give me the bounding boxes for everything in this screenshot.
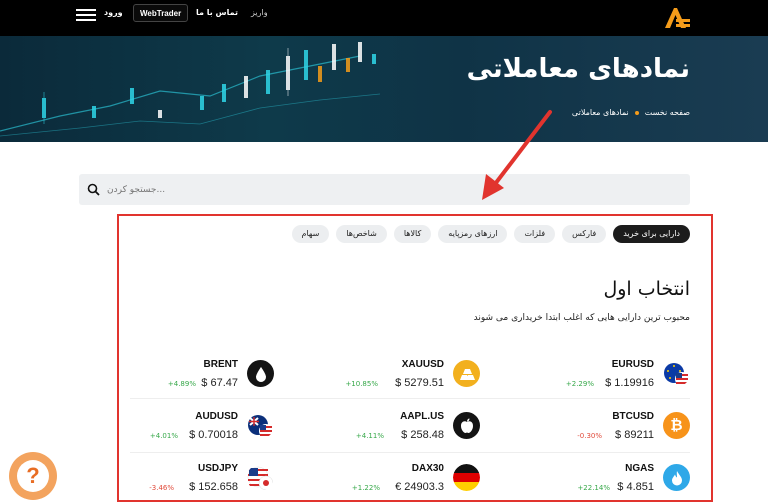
asset-price: $ 0.70018 (189, 429, 238, 441)
us-jp-flag-icon (247, 464, 274, 491)
asset-change: +2.29% (565, 380, 594, 388)
tab-commodities[interactable]: کالاها (393, 225, 432, 243)
section-title: انتخاب اول (603, 278, 690, 300)
asset-price: $ 1.19916 (605, 377, 654, 389)
webtrader-button[interactable]: WebTrader (133, 4, 189, 22)
breadcrumb-home-link[interactable]: صفحه نخست (645, 108, 690, 117)
apple-icon (453, 412, 480, 439)
red-annotation-arrow-icon (482, 110, 552, 200)
asset-price: $ 5279.51 (395, 377, 444, 389)
asset-price: € 24903.3 (395, 481, 444, 493)
asset-symbol: USDJPY (197, 463, 238, 474)
asset-price: $ 89211 (615, 429, 654, 441)
germany-flag-icon (453, 464, 480, 491)
asset-card-eurusd[interactable]: EURUSD $ 1.19916 +2.29% (540, 348, 690, 408)
asset-change: +1.22% (351, 484, 380, 492)
asset-symbol: AUDUSD (195, 411, 238, 422)
nav-deposit-link[interactable]: واریز (251, 8, 268, 17)
breadcrumb: صفحه نخست نمادهای معاملاتی (572, 108, 690, 117)
top-navbar: ورود WebTrader تماس با ما واریز (0, 0, 768, 36)
asset-symbol: EURUSD (611, 359, 654, 370)
asset-card-dax30[interactable]: DAX30 € 24903.3 +1.22% (330, 452, 480, 504)
asset-card-aapl[interactable]: AAPL.US $ 258.48 +4.11% (330, 400, 480, 460)
asset-symbol: AAPL.US (400, 411, 444, 422)
asset-category-tabs: دارایی برای خرید فارکس فلزات ارزهای رمزپ… (291, 225, 690, 243)
breadcrumb-current: نمادهای معاملاتی (571, 108, 629, 117)
asset-symbol: BRENT (203, 359, 238, 370)
tab-crypto[interactable]: ارزهای رمزپایه (438, 225, 508, 243)
asset-change: +4.01% (149, 432, 178, 440)
asset-change: +10.85% (345, 380, 378, 388)
asset-card-xauusd[interactable]: XAUUSD $ 5279.51 +10.85% (330, 348, 480, 408)
search-icon[interactable] (87, 183, 100, 196)
asset-symbol: BTCUSD (612, 411, 654, 422)
search-bar (79, 174, 690, 205)
asset-card-brent[interactable]: BRENT $ 67.47 +4.89% (124, 348, 274, 408)
search-input[interactable] (107, 174, 677, 205)
asset-card-usdjpy[interactable]: USDJPY $ 152.658 -3.46% (124, 452, 274, 504)
asset-change: +4.11% (355, 432, 384, 440)
asset-symbol: DAX30 (411, 463, 444, 474)
nav-login-link[interactable]: ورود (104, 8, 123, 17)
asset-card-audusd[interactable]: AUDUSD $ 0.70018 +4.01% (124, 400, 274, 460)
tab-metals[interactable]: فلزات (514, 225, 556, 243)
asset-card-ngas[interactable]: NGAS $ 4.851 +22.14% (540, 452, 690, 504)
asset-price: $ 4.851 (617, 481, 654, 493)
breadcrumb-separator-icon (634, 110, 639, 115)
tab-indices[interactable]: شاخص‌ها (336, 225, 387, 243)
help-chat-button[interactable]: ? (9, 452, 57, 500)
hero-banner: نمادهای معاملاتی صفحه نخست نمادهای معامل… (0, 36, 768, 142)
hamburger-menu-icon[interactable] (76, 6, 96, 26)
oil-drop-icon (247, 360, 274, 387)
asset-change: -0.30% (577, 432, 602, 440)
asset-price: $ 67.47 (201, 377, 238, 389)
gas-flame-icon (663, 464, 690, 491)
gold-bars-icon (453, 360, 480, 387)
bitcoin-icon: ₿ (663, 412, 690, 439)
asset-change: +4.89% (167, 380, 196, 388)
asset-change: +22.14% (577, 484, 610, 492)
nav-contact-link[interactable]: تماس با ما (196, 8, 238, 17)
asset-price: $ 258.48 (401, 429, 444, 441)
asset-card-btcusd[interactable]: ₿ BTCUSD $ 89211 -0.30% (540, 400, 690, 460)
question-mark-icon: ? (17, 460, 49, 492)
au-us-flag-icon (247, 412, 274, 439)
asset-change: -3.46% (149, 484, 174, 492)
tab-stocks[interactable]: سهام (291, 225, 330, 243)
tab-buy-assets[interactable]: دارایی برای خرید (613, 225, 690, 243)
asset-symbol: XAUUSD (401, 359, 444, 370)
asset-symbol: NGAS (625, 463, 654, 474)
tab-forex[interactable]: فارکس (562, 225, 607, 243)
page-title: نمادهای معاملاتی (466, 54, 690, 84)
candlestick-background-graphic (0, 42, 381, 137)
eu-us-flag-icon (663, 360, 690, 387)
asset-price: $ 152.658 (189, 481, 238, 493)
section-subtitle: محبوب ترین دارایی هایی که اغلب ابتدا خری… (473, 313, 690, 323)
brand-logo[interactable] (662, 6, 692, 30)
